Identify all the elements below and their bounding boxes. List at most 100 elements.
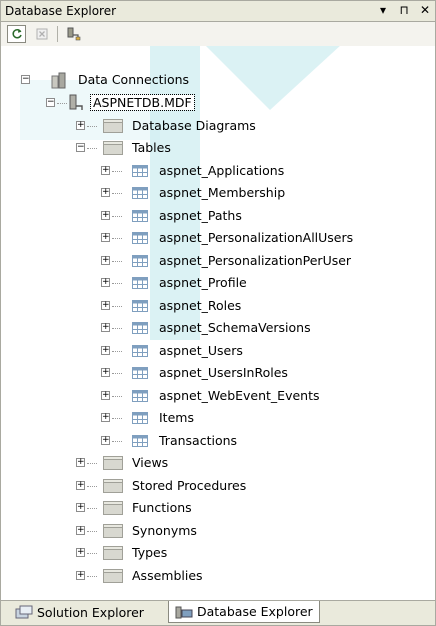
expand-icon[interactable]: +: [76, 121, 85, 130]
tree-node-tables[interactable]: − Tables: [1, 138, 436, 158]
folder-icon: [103, 569, 123, 583]
table-item[interactable]: + aspnet_Membership: [1, 183, 436, 203]
table-item-label: aspnet_Profile: [159, 275, 247, 290]
table-item[interactable]: + Transactions: [1, 431, 436, 451]
expand-icon[interactable]: +: [101, 368, 110, 377]
table-icon: [132, 255, 148, 267]
table-icon: [132, 300, 148, 312]
expand-icon[interactable]: +: [76, 548, 85, 557]
table-item-label: aspnet_Applications: [159, 163, 285, 178]
tree-node-synonyms[interactable]: + Synonyms: [1, 521, 436, 541]
tree-node-database-diagrams[interactable]: + Database Diagrams: [1, 116, 436, 136]
folder-icon: [103, 479, 123, 493]
expand-icon[interactable]: +: [101, 233, 110, 242]
table-item-label: aspnet_Membership: [159, 185, 286, 200]
expand-icon[interactable]: +: [101, 256, 110, 265]
expand-icon[interactable]: +: [101, 211, 110, 220]
expand-icon[interactable]: +: [76, 481, 85, 490]
expand-icon[interactable]: +: [76, 571, 85, 580]
expand-icon[interactable]: +: [76, 503, 85, 512]
window-controls: ▾ ⊓ ✕: [377, 3, 431, 17]
close-icon[interactable]: ✕: [419, 3, 431, 17]
tree-node-label: Functions: [132, 500, 192, 515]
toolbar-separator: [57, 26, 58, 42]
table-item-label: aspnet_Users: [159, 343, 243, 358]
tree-node-views[interactable]: + Views: [1, 453, 436, 473]
tree-node-assemblies[interactable]: + Assemblies: [1, 566, 436, 586]
table-item[interactable]: + aspnet_Users: [1, 341, 436, 361]
table-icon: [132, 345, 148, 357]
tree-node-label: Database Diagrams: [132, 118, 256, 133]
collapse-icon[interactable]: −: [46, 98, 55, 107]
table-item[interactable]: + aspnet_Applications: [1, 161, 436, 181]
bottom-tab-strip: Solution Explorer Database Explorer: [0, 600, 436, 626]
table-item[interactable]: + aspnet_UsersInRoles: [1, 363, 436, 383]
expand-icon[interactable]: +: [101, 346, 110, 355]
table-icon: [132, 412, 148, 424]
tree-node-label: Synonyms: [132, 523, 197, 538]
table-item[interactable]: + aspnet_Paths: [1, 206, 436, 226]
folder-icon: [103, 524, 123, 538]
expand-icon[interactable]: +: [76, 458, 85, 467]
table-icon: [132, 277, 148, 289]
solution-explorer-icon: [15, 605, 33, 619]
collapse-icon[interactable]: −: [76, 143, 85, 152]
table-item[interactable]: + aspnet_Profile: [1, 273, 436, 293]
table-icon: [132, 187, 148, 199]
expand-icon[interactable]: +: [76, 526, 85, 535]
table-item[interactable]: + Items: [1, 408, 436, 428]
tree-node-label: Data Connections: [78, 72, 190, 87]
table-item-label: aspnet_PersonalizationAllUsers: [159, 230, 354, 245]
tree-node-label: Types: [132, 545, 168, 560]
table-item-label: aspnet_Roles: [159, 298, 242, 313]
table-item-label: aspnet_UsersInRoles: [159, 365, 288, 380]
data-connections-icon: [51, 72, 66, 89]
folder-icon: [103, 456, 123, 470]
table-item[interactable]: + aspnet_Roles: [1, 296, 436, 316]
table-item[interactable]: + aspnet_WebEvent_Events: [1, 386, 436, 406]
table-item-label: aspnet_SchemaVersions: [159, 320, 311, 335]
stop-refresh-button[interactable]: [32, 25, 51, 43]
database-tree: − Data Connections − ASPNETDB.MDF + Data…: [0, 46, 436, 600]
table-item[interactable]: + aspnet_SchemaVersions: [1, 318, 436, 338]
collapse-icon[interactable]: −: [21, 75, 30, 84]
auto-hide-pin-icon[interactable]: ⊓: [398, 3, 410, 17]
folder-icon: [103, 546, 123, 560]
tab-database-explorer[interactable]: Database Explorer: [168, 601, 320, 623]
table-item[interactable]: + aspnet_PersonalizationAllUsers: [1, 228, 436, 248]
tree-node-stored-procedures[interactable]: + Stored Procedures: [1, 476, 436, 496]
tree-node-label: Stored Procedures: [132, 478, 247, 493]
window-title: Database Explorer: [5, 4, 117, 18]
table-item-label: aspnet_Paths: [159, 208, 242, 223]
tree-node-aspnetdb[interactable]: − ASPNETDB.MDF: [1, 93, 436, 113]
tab-solution-explorer[interactable]: Solution Explorer: [9, 601, 150, 623]
tree-node-types[interactable]: + Types: [1, 543, 436, 563]
expand-icon[interactable]: +: [101, 436, 110, 445]
table-icon: [132, 210, 148, 222]
table-icon: [132, 367, 148, 379]
expand-icon[interactable]: +: [101, 413, 110, 422]
window-position-dropdown-icon[interactable]: ▾: [377, 3, 389, 17]
stop-icon: [36, 28, 47, 40]
table-item-label: aspnet_WebEvent_Events: [159, 388, 320, 403]
table-icon: [132, 232, 148, 244]
tree-node-data-connections[interactable]: − Data Connections: [1, 70, 436, 90]
tree-node-label: Views: [132, 455, 169, 470]
expand-icon[interactable]: +: [101, 166, 110, 175]
folder-icon: [103, 501, 123, 515]
table-item-label: Items: [159, 410, 194, 425]
expand-icon[interactable]: +: [101, 278, 110, 287]
table-item[interactable]: + aspnet_PersonalizationPerUser: [1, 251, 436, 271]
connect-to-database-button[interactable]: [64, 25, 83, 43]
expand-icon[interactable]: +: [101, 323, 110, 332]
table-item-label: Transactions: [159, 433, 238, 448]
expand-icon[interactable]: +: [101, 391, 110, 400]
refresh-button[interactable]: [7, 25, 26, 43]
tree-node-functions[interactable]: + Functions: [1, 498, 436, 518]
expand-icon[interactable]: +: [101, 188, 110, 197]
table-icon: [132, 322, 148, 334]
tree-node-label: ASPNETDB.MDF: [90, 94, 195, 111]
expand-icon[interactable]: +: [101, 301, 110, 310]
database-connection-icon: [69, 94, 83, 110]
database-explorer-icon: [175, 606, 193, 618]
